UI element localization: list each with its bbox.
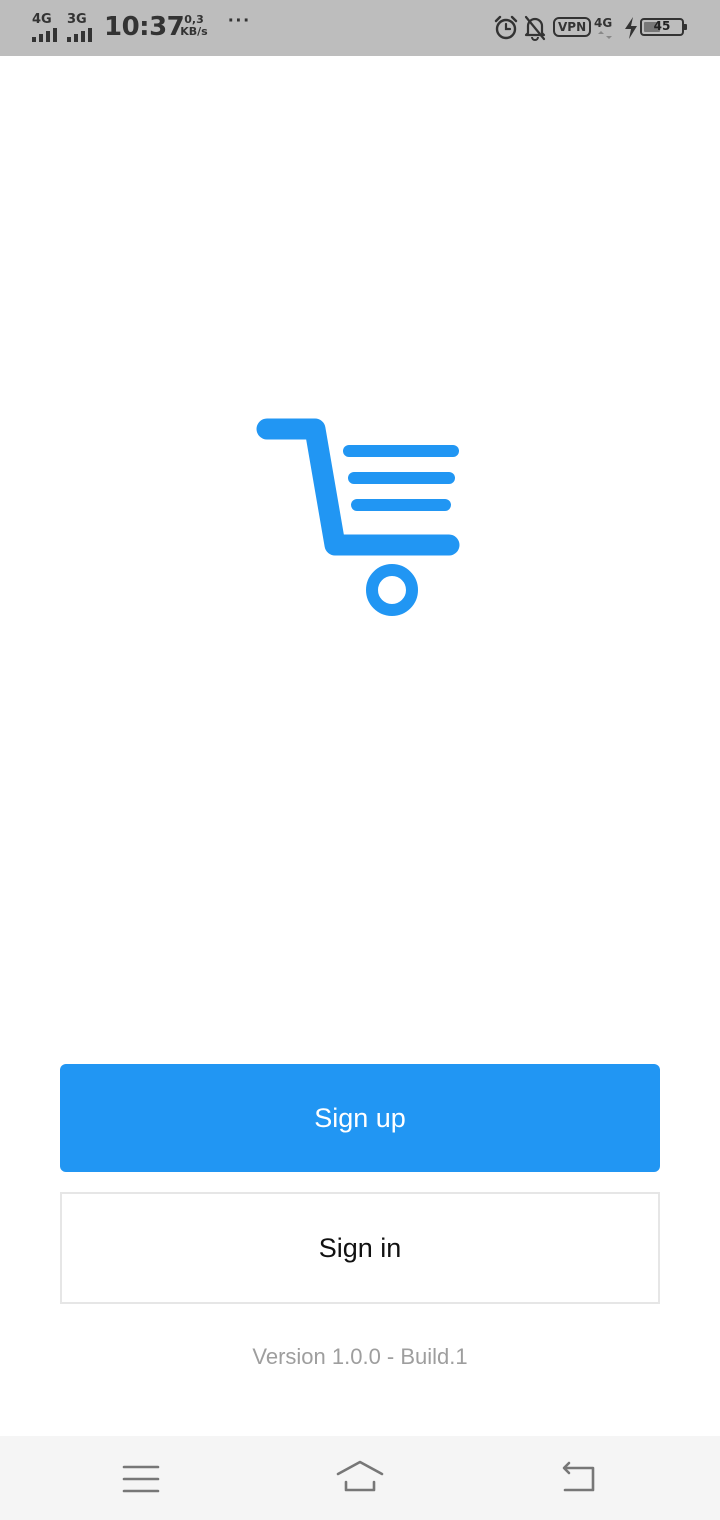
sim2-signal-icon: 3G bbox=[67, 12, 101, 42]
mobile-data-label: 4G bbox=[594, 16, 613, 30]
network-speed-unit: KB/s bbox=[180, 25, 208, 38]
battery-icon: 45 bbox=[640, 18, 687, 36]
mobile-data-icon: 4G bbox=[594, 14, 618, 42]
shopping-cart-icon bbox=[256, 418, 460, 616]
menu-icon[interactable] bbox=[117, 1454, 165, 1502]
alarm-icon bbox=[494, 15, 518, 40]
version-text: Version 1.0.0 - Build.1 bbox=[252, 1344, 468, 1369]
navigation-bar bbox=[0, 1436, 720, 1520]
charging-icon bbox=[625, 17, 637, 39]
home-icon[interactable] bbox=[336, 1454, 384, 1502]
vpn-badge: VPN bbox=[553, 17, 592, 37]
sim1-signal-icon: 4G bbox=[32, 12, 66, 42]
sign-up-button[interactable]: Sign up bbox=[60, 1064, 660, 1172]
status-time: 10:37 bbox=[104, 12, 185, 42]
notifications-muted-icon bbox=[524, 15, 546, 41]
network-speed: 0,3 KB/s bbox=[179, 14, 209, 38]
app-screen: 4G 3G 10:37 0,3 KB/s ··· VPN 4G 45 Sign … bbox=[0, 0, 720, 1520]
battery-level: 45 bbox=[653, 19, 671, 33]
sign-in-button[interactable]: Sign in bbox=[60, 1192, 660, 1304]
more-notifications-indicator: ··· bbox=[228, 10, 251, 32]
sign-up-label: Sign up bbox=[314, 1102, 406, 1133]
sim2-network-label: 3G bbox=[67, 12, 87, 27]
sign-in-label: Sign in bbox=[318, 1232, 402, 1263]
sim1-network-label: 4G bbox=[32, 12, 52, 27]
back-icon[interactable] bbox=[555, 1454, 603, 1502]
status-bar: 4G 3G 10:37 0,3 KB/s ··· VPN 4G 45 bbox=[0, 0, 720, 56]
